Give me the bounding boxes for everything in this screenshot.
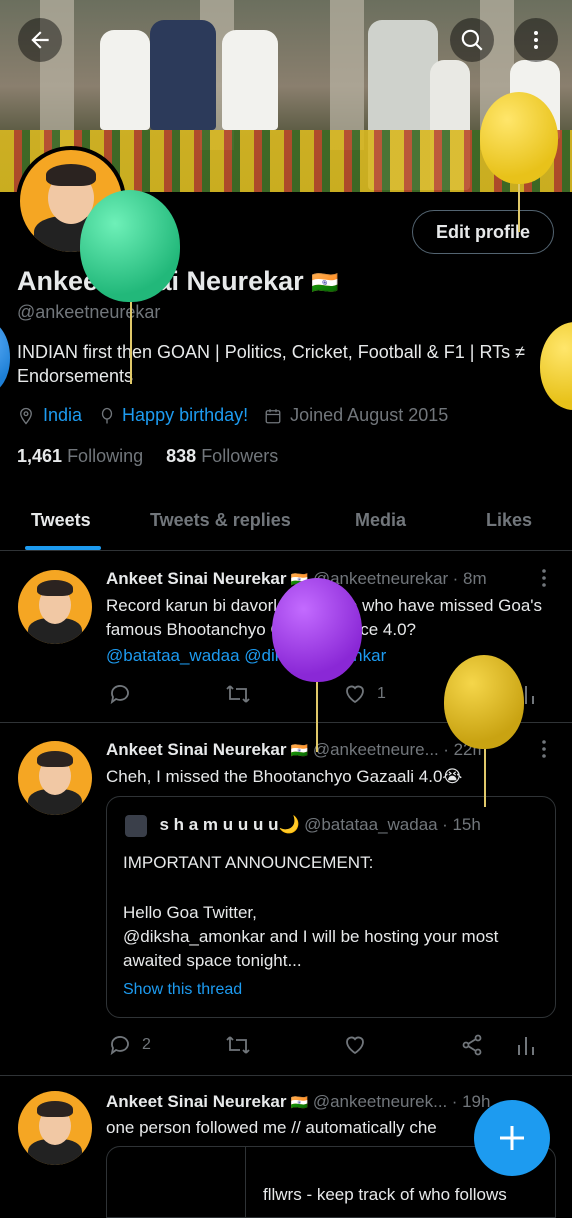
retweet-icon (226, 685, 250, 703)
heart-icon (346, 685, 364, 704)
tab-tweets-replies[interactable]: Tweets & replies (150, 510, 291, 531)
tweet-more-icon[interactable] (536, 739, 552, 759)
quote-author: s h a m u u u u🌙 (159, 815, 300, 835)
tweet-time: · 19h (451, 1092, 491, 1111)
tab-media[interactable]: Media (355, 510, 406, 531)
quoted-tweet[interactable]: s h a m u u u u🌙 @batataa_wadaa · 15h IM… (106, 796, 556, 1018)
like-button[interactable]: 1 (343, 682, 386, 706)
quote-line-1: IMPORTANT ANNOUNCEMENT: (123, 853, 374, 872)
link-card-text: fllwrs - keep track of who follows (263, 1185, 507, 1204)
india-flag-icon: 🇮🇳 (290, 1094, 309, 1110)
quote-line-2: Hello Goa Twitter, (123, 903, 257, 922)
tweet-time: · 8m (452, 569, 487, 588)
share-button[interactable] (460, 1033, 484, 1057)
analytics-icon (518, 1037, 534, 1055)
birthday-link[interactable]: Happy birthday! (122, 405, 248, 426)
tweet-author: Ankeet Sinai Neurekar (106, 740, 287, 759)
like-count: 1 (377, 685, 386, 702)
tweet-text: one person followed me // automatically … (106, 1118, 437, 1137)
tab-likes[interactable]: Likes (486, 510, 532, 531)
joined-date: Joined August 2015 (290, 405, 449, 425)
arrow-left-icon (31, 31, 49, 49)
following-link[interactable]: 1,461 Following (17, 446, 148, 466)
tweet-text: Cheh, I missed the Bhootanchyo Gazaali 4… (106, 767, 463, 786)
india-flag-icon: 🇮🇳 (290, 742, 309, 758)
location-link[interactable]: India (43, 405, 82, 426)
quote-avatar (125, 815, 147, 837)
tweet-header: Ankeet Sinai Neurekar 🇮🇳 @ankeetneurek..… (106, 1092, 490, 1112)
following-count: 1,461 (17, 446, 63, 466)
location-icon (20, 407, 32, 425)
calendar-icon (265, 408, 281, 423)
tweet[interactable]: Ankeet Sinai Neurekar 🇮🇳 @ankeetneure...… (0, 723, 572, 1076)
like-button[interactable] (343, 1033, 367, 1057)
tweet-author: Ankeet Sinai Neurekar (106, 569, 287, 588)
following-label: Following (67, 446, 144, 466)
tweet-author: Ankeet Sinai Neurekar (106, 1092, 287, 1111)
tweet-more-icon[interactable] (536, 568, 552, 588)
tweet-avatar[interactable] (18, 1091, 92, 1165)
followers-count: 838 (166, 446, 197, 466)
search-button[interactable] (450, 18, 494, 62)
active-tab-indicator (25, 546, 101, 550)
compose-tweet-button[interactable] (474, 1100, 550, 1176)
reply-count: 2 (142, 1036, 151, 1053)
more-vertical-icon (534, 31, 538, 49)
quote-time: · 15h (442, 815, 481, 835)
profile-bio: INDIAN first then GOAN | Politics, Crick… (17, 342, 526, 386)
reply-icon (110, 685, 129, 705)
tweet-avatar[interactable] (18, 570, 92, 644)
profile-tabs: Tweets Tweets & replies Media Likes (0, 490, 572, 551)
followers-label: Followers (201, 446, 279, 466)
plus-icon (500, 1126, 524, 1150)
quote-line-3: @diksha_amonkar and I will be hosting yo… (123, 927, 499, 970)
more-options-button[interactable] (514, 18, 558, 62)
reply-icon (110, 1036, 129, 1056)
followers-link[interactable]: 838 Followers (166, 446, 278, 466)
tweet-handle: @ankeetneurek... (312, 1092, 448, 1111)
show-thread-link[interactable]: Show this thread (123, 981, 242, 999)
tweet-header: Ankeet Sinai Neurekar 🇮🇳 @ankeetneure...… (106, 740, 487, 760)
profile-handle: @ankeetneurekar (17, 302, 161, 322)
balloon-icon (101, 407, 113, 423)
edit-profile-button[interactable]: Edit profile (412, 210, 554, 254)
profile-meta: India Happy birthday! Joined August 2015 (17, 405, 448, 426)
tab-tweets[interactable]: Tweets (31, 510, 91, 531)
search-icon (461, 29, 483, 51)
quote-header: s h a m u u u u🌙 @batataa_wadaa · 15h (125, 815, 481, 837)
share-icon (462, 1034, 482, 1056)
reply-button[interactable] (108, 682, 132, 706)
retweet-icon (226, 1036, 250, 1054)
back-button[interactable] (18, 18, 62, 62)
follow-stats: 1,461 Following 838 Followers (17, 446, 278, 467)
heart-icon (346, 1036, 364, 1055)
quote-handle: @batataa_wadaa (304, 815, 438, 835)
profile-name: Ankeet Sinai Neurekar 🇮🇳 (17, 266, 339, 297)
reply-button[interactable]: 2 (108, 1033, 151, 1057)
tweet-avatar[interactable] (18, 741, 92, 815)
retweet-button[interactable] (225, 682, 251, 706)
india-flag-icon: 🇮🇳 (311, 270, 339, 295)
retweet-button[interactable] (225, 1033, 251, 1057)
tweet-handle: @ankeetneure... (312, 740, 439, 759)
analytics-button[interactable] (516, 1033, 536, 1057)
